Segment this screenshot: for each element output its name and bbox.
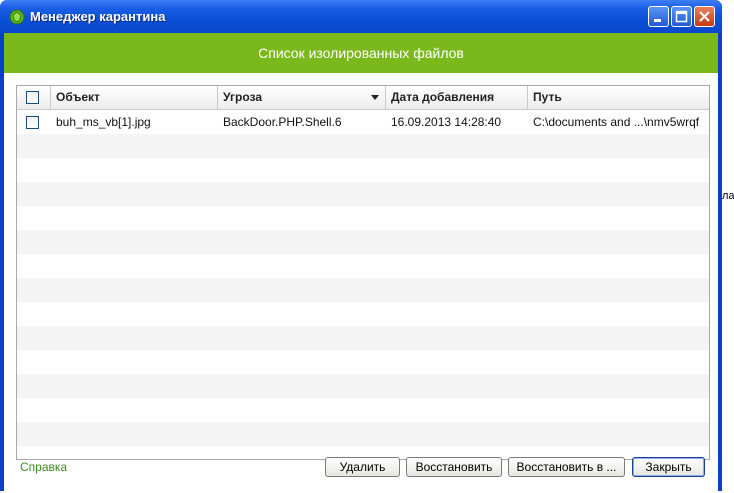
empty-row (17, 206, 709, 230)
empty-row (17, 182, 709, 206)
table-row[interactable]: buh_ms_vb[1].jpg BackDoor.PHP.Shell.6 16… (17, 110, 709, 134)
sort-desc-icon (371, 95, 379, 100)
restore-to-button[interactable]: Восстановить в ... (508, 457, 625, 477)
empty-row (17, 398, 709, 422)
maximize-button[interactable] (671, 6, 692, 27)
app-shield-icon (9, 9, 25, 25)
delete-button[interactable]: Удалить (325, 457, 400, 477)
empty-row (17, 278, 709, 302)
minimize-button[interactable] (648, 6, 669, 27)
help-link[interactable]: Справка (20, 460, 67, 474)
column-header-threat[interactable]: Угроза (218, 86, 386, 109)
window-client-area: Список изолированных файлов Объект Угроз… (4, 33, 718, 491)
background-text-fragment: ла (722, 190, 734, 202)
empty-row (17, 350, 709, 374)
empty-row (17, 254, 709, 278)
column-header-threat-label: Угроза (223, 90, 262, 104)
table-body: buh_ms_vb[1].jpg BackDoor.PHP.Shell.6 16… (17, 110, 709, 446)
column-header-object[interactable]: Объект (51, 86, 218, 109)
cell-path: C:\documents and ...\nmv5wrqf (533, 115, 700, 129)
empty-row (17, 326, 709, 350)
cell-date: 16.09.2013 14:28:40 (391, 115, 502, 129)
close-window-button[interactable] (694, 6, 715, 27)
column-header-path[interactable]: Путь (528, 86, 709, 109)
minimize-icon (654, 19, 661, 22)
empty-row (17, 422, 709, 446)
empty-row (17, 158, 709, 182)
maximize-icon (675, 10, 688, 23)
cell-threat: BackDoor.PHP.Shell.6 (223, 115, 342, 129)
close-button[interactable]: Закрыть (632, 457, 705, 477)
cell-object: buh_ms_vb[1].jpg (56, 115, 151, 129)
window-title: Менеджер карантина (30, 9, 166, 24)
empty-row (17, 302, 709, 326)
quarantine-window: Менеджер карантина Список изолированных … (0, 0, 722, 491)
title-bar[interactable]: Менеджер карантина (0, 0, 722, 33)
empty-row (17, 230, 709, 254)
table-header: Объект Угроза Дата добавления Путь (17, 86, 709, 110)
empty-row (17, 134, 709, 158)
select-all-checkbox[interactable] (26, 91, 39, 104)
restore-button[interactable]: Восстановить (406, 457, 502, 477)
quarantine-table: Объект Угроза Дата добавления Путь buh_m… (16, 85, 710, 460)
close-icon (699, 11, 710, 22)
row-checkbox[interactable] (26, 116, 39, 129)
column-header-date[interactable]: Дата добавления (386, 86, 528, 109)
banner-title: Список изолированных файлов (4, 33, 718, 73)
empty-row (17, 374, 709, 398)
header-checkbox-cell (17, 86, 51, 109)
